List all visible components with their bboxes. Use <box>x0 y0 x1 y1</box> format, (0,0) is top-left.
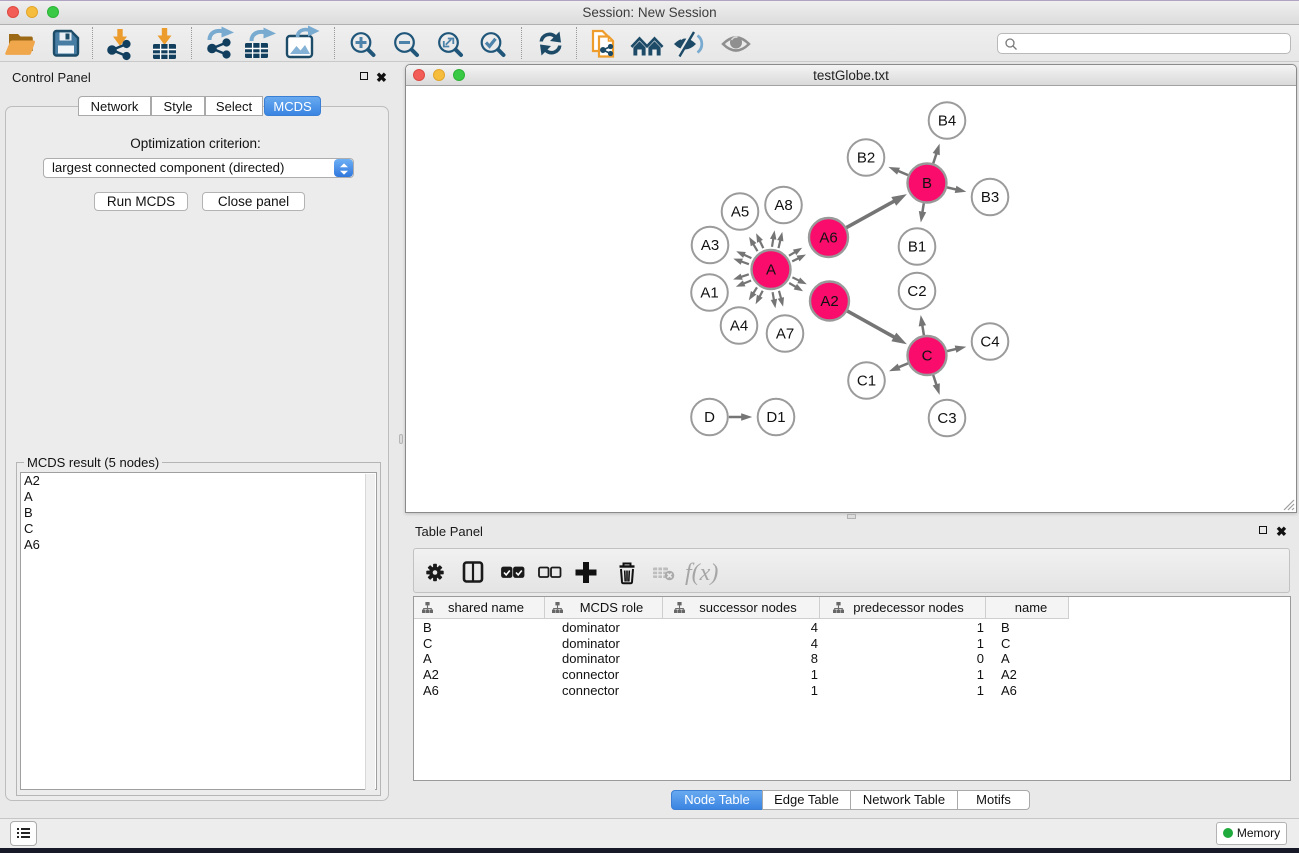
svg-text:A8: A8 <box>774 197 792 214</box>
svg-text:f(x): f(x) <box>685 560 718 586</box>
svg-text:B2: B2 <box>857 150 875 167</box>
svg-text:C3: C3 <box>937 410 956 427</box>
svg-text:C4: C4 <box>980 334 999 351</box>
svg-text:B1: B1 <box>908 239 926 256</box>
svg-text:A2: A2 <box>820 293 838 310</box>
svg-text:A: A <box>766 262 776 279</box>
svg-text:A5: A5 <box>731 204 749 221</box>
svg-text:C2: C2 <box>907 283 926 300</box>
svg-text:A3: A3 <box>701 237 719 254</box>
svg-text:D1: D1 <box>766 409 785 426</box>
svg-text:A6: A6 <box>819 230 837 247</box>
svg-text:A7: A7 <box>776 326 794 343</box>
svg-text:B3: B3 <box>981 189 999 206</box>
svg-text:D: D <box>704 409 715 426</box>
svg-text:B4: B4 <box>938 113 956 130</box>
svg-text:C: C <box>922 348 933 365</box>
svg-text:B: B <box>922 175 932 192</box>
svg-text:C1: C1 <box>857 373 876 390</box>
svg-text:A4: A4 <box>730 318 748 335</box>
svg-text:A1: A1 <box>700 285 718 302</box>
